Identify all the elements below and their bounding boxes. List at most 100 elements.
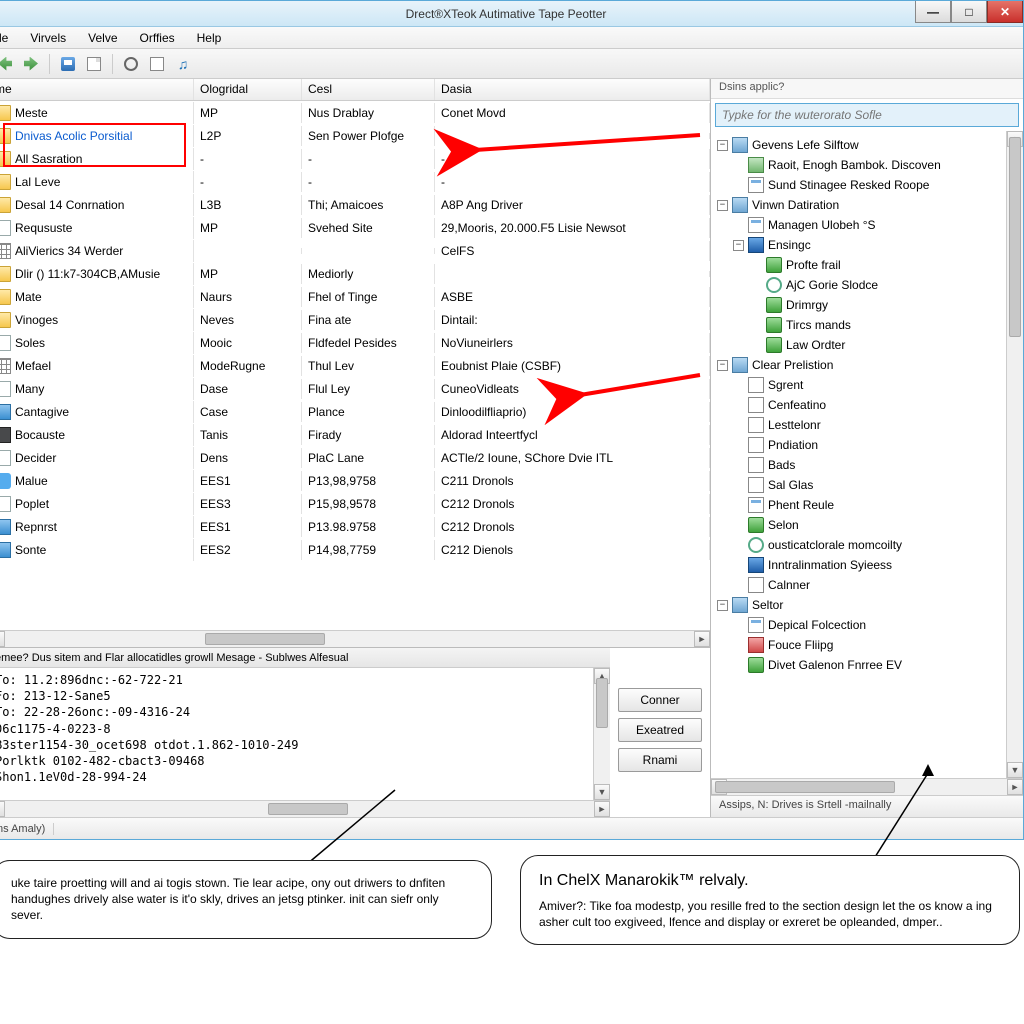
tree-scroll-x[interactable]: ◄ ► (711, 778, 1023, 795)
menu-virvels[interactable]: Virvels (24, 29, 72, 47)
main-pane: me Ologridal Cesl Dasia MesteMPNus Drabl… (0, 79, 711, 817)
menu-file[interactable]: le (0, 29, 14, 47)
rnami-button[interactable]: Rnami (618, 748, 702, 772)
table-row[interactable]: Desal 14 ConrnationL3BThi; AmaicoesA8P A… (0, 193, 710, 216)
tree-node[interactable]: Fouce Fliipg (711, 635, 1006, 655)
scroll-thumb[interactable] (596, 678, 608, 728)
table-row[interactable]: MateNaursFhel of TingeASBE (0, 285, 710, 308)
scroll-thumb[interactable] (1009, 137, 1021, 337)
tree-node[interactable]: Phent Reule (711, 495, 1006, 515)
folder-icon (0, 197, 11, 213)
tree-label: Calnner (768, 578, 810, 592)
conner-button[interactable]: Conner (618, 688, 702, 712)
scroll-thumb[interactable] (268, 803, 348, 815)
tree-node[interactable]: Sgrent (711, 375, 1006, 395)
tree-node[interactable]: −Clear Prelistion (711, 355, 1006, 375)
table-row[interactable]: ReqususteMPSvehed Site29,Mooris, 20.000.… (0, 216, 710, 239)
main-scroll-x[interactable]: ◄ ► (0, 630, 710, 647)
tree-node[interactable]: Divet Galenon Fnrree EV (711, 655, 1006, 675)
tree-node[interactable]: Depical Folcection (711, 615, 1006, 635)
tree-node[interactable]: −Vinwn Datiration (711, 195, 1006, 215)
table-row[interactable]: MesteMPNus DrablayConet Movd (0, 101, 710, 124)
table-row[interactable]: Dnivas Acolic PorsitialL2PSen Power Plof… (0, 124, 710, 147)
scroll-right-icon[interactable]: ► (694, 631, 710, 647)
scroll-thumb[interactable] (205, 633, 325, 645)
close-button[interactable] (987, 1, 1023, 23)
table-row[interactable]: MalueEES1P13,98,9758C211 Dronols (0, 469, 710, 492)
table-row[interactable]: PopletEES3P15,98,9578C212 Dronols (0, 492, 710, 515)
expand-toggle[interactable]: − (717, 140, 728, 151)
menu-velve[interactable]: Velve (82, 29, 123, 47)
tree-node[interactable]: Selon (711, 515, 1006, 535)
scroll-down-icon[interactable]: ▼ (594, 784, 610, 800)
table-row[interactable]: AliVierics 34 WerderCelFS (0, 239, 710, 262)
tree-view[interactable]: −Gevens Lefe SilftowRaoit, Enogh Bambok.… (711, 131, 1006, 778)
tree-node[interactable]: Raoit, Enogh Bambok. Discoven (711, 155, 1006, 175)
tree-node[interactable]: AjC Gorie Slodce (711, 275, 1006, 295)
tree-node[interactable]: Tircs mands (711, 315, 1006, 335)
table-row[interactable]: RepnrstEES1P13.98.9758C212 Dronols (0, 515, 710, 538)
menu-orffies[interactable]: Orffies (134, 29, 181, 47)
new-doc-button[interactable] (84, 54, 104, 74)
col-cesl[interactable]: Cesl (302, 79, 435, 100)
tree-node[interactable]: Pndiation (711, 435, 1006, 455)
back-button[interactable] (0, 54, 15, 74)
expand-toggle[interactable]: − (733, 240, 744, 251)
settings-button[interactable] (121, 54, 141, 74)
expand-toggle[interactable]: − (717, 360, 728, 371)
save-button[interactable] (58, 54, 78, 74)
expand-toggle[interactable]: − (717, 200, 728, 211)
table-row[interactable]: ManyDaseFlul LeyCuneoVidleats (0, 377, 710, 400)
table-row[interactable]: All Sasration--- (0, 147, 710, 170)
col-name[interactable]: me (0, 79, 194, 100)
callout-right-body: Amiver?: Tike foa modestp, you resille f… (539, 898, 1001, 930)
tree-scroll-y[interactable]: ▲ ▼ (1006, 131, 1023, 778)
tree-node[interactable]: −Ensingc (711, 235, 1006, 255)
scroll-left-icon[interactable]: ◄ (0, 631, 5, 647)
tree-node[interactable]: Drimrgy (711, 295, 1006, 315)
scroll-right-icon[interactable]: ► (594, 801, 610, 817)
col-dasia[interactable]: Dasia (435, 79, 710, 100)
table-row[interactable]: Dlir () 11:k7-304CB,AMusieMPMediorly (0, 262, 710, 285)
tree-node[interactable]: −Gevens Lefe Silftow (711, 135, 1006, 155)
list-body[interactable]: MesteMPNus DrablayConet MovdDnivas Acoli… (0, 101, 710, 630)
tree-node[interactable]: Sund Stinagee Resked Roope (711, 175, 1006, 195)
tree-node[interactable]: Profte frail (711, 255, 1006, 275)
music-button[interactable]: ♫ (173, 54, 193, 74)
forward-button[interactable] (21, 54, 41, 74)
table-row[interactable]: Lal Leve--- (0, 170, 710, 193)
table-row[interactable]: CantagiveCasePlanceDinloodilfliaprio) (0, 400, 710, 423)
scroll-right-icon[interactable]: ► (1007, 779, 1023, 795)
tree-node[interactable]: Sal Glas (711, 475, 1006, 495)
tree-node[interactable]: Cenfeatino (711, 395, 1006, 415)
expand-toggle[interactable]: − (717, 600, 728, 611)
log-textarea[interactable]: To: 11.2:896dnc:-62-722-21 Fo: 213-12-Sa… (0, 668, 593, 800)
table-row[interactable]: MefaelModeRugneThul LevEoubnist Plaie (C… (0, 354, 710, 377)
note-button[interactable] (147, 54, 167, 74)
table-row[interactable]: SolesMooicFldfedel PesidesNoViuneirlers (0, 331, 710, 354)
col-ologridal[interactable]: Ologridal (194, 79, 302, 100)
tree-node[interactable]: Law Ordter (711, 335, 1006, 355)
tree-node[interactable]: Calnner (711, 575, 1006, 595)
menu-help[interactable]: Help (191, 29, 228, 47)
log-scroll-y[interactable]: ▲ ▼ (593, 668, 610, 800)
table-row[interactable]: SonteEES2P14,98,7759C212 Dienols (0, 538, 710, 561)
tree-node[interactable]: −Seltor (711, 595, 1006, 615)
search-input[interactable] (715, 103, 1019, 127)
folder-icon (0, 105, 11, 121)
log-scroll-x[interactable]: ◄ ► (0, 800, 610, 817)
exeatred-button[interactable]: Exeatred (618, 718, 702, 742)
table-row[interactable]: VinogesNevesFina ateDintail: (0, 308, 710, 331)
tree-node[interactable]: ousticatclorale momcoilty (711, 535, 1006, 555)
maximize-button[interactable] (951, 1, 987, 23)
table-row[interactable]: BocausteTanisFiradyAldorad Inteertfycl (0, 423, 710, 446)
tree-node[interactable]: Lesttelonr (711, 415, 1006, 435)
scroll-left-icon[interactable]: ◄ (0, 801, 5, 817)
minimize-button[interactable] (915, 1, 951, 23)
tree-node[interactable]: Bads (711, 455, 1006, 475)
tree-node[interactable]: Managen Ulobeh °S (711, 215, 1006, 235)
tree-node[interactable]: Inntralinmation Syieess (711, 555, 1006, 575)
scroll-down-icon[interactable]: ▼ (1007, 762, 1023, 778)
table-row[interactable]: DeciderDensPlaC LaneACTle/2 Ioune, SChor… (0, 446, 710, 469)
scroll-thumb[interactable] (715, 781, 895, 793)
